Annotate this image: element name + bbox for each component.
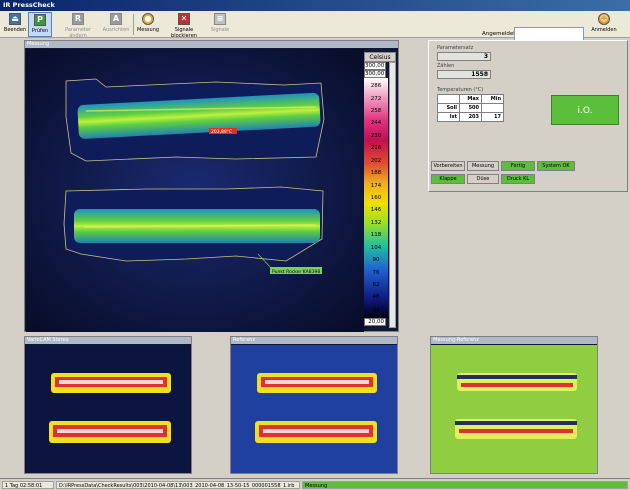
parametersatz-value: 3 bbox=[437, 52, 491, 61]
status-state: Messung bbox=[302, 481, 628, 489]
scale-tick: 48 bbox=[372, 294, 380, 301]
status-klappe: Klappe bbox=[431, 174, 465, 184]
scale-tick: 216 bbox=[370, 145, 382, 152]
r-icon: R bbox=[72, 13, 84, 25]
status-bar: 1 Tag 02:58:01 D:\IRPressData\CheckResul… bbox=[0, 478, 630, 490]
scale-tick: 90 bbox=[372, 257, 380, 264]
cell-min: 17 bbox=[481, 112, 504, 122]
list-icon: ≡ bbox=[214, 13, 226, 25]
status-vorbereiten: Vorbereiten bbox=[431, 161, 465, 171]
result-indicator: i.O. bbox=[551, 95, 619, 125]
status-duese: Düse bbox=[467, 174, 499, 184]
main-panel-title: Messung bbox=[25, 41, 398, 48]
cell-min bbox=[481, 103, 504, 113]
signale-label: Signale bbox=[210, 27, 230, 33]
temperature-table: Max Min Soll 500 Ist 203 17 bbox=[437, 94, 504, 122]
scale-tick: 188 bbox=[370, 170, 382, 177]
anmelden-label: Anmelden bbox=[591, 27, 617, 33]
thumbnail-variocam[interactable]: VarioCAM Stereo bbox=[24, 336, 192, 474]
scale-tick: 62 bbox=[372, 281, 380, 288]
cell-max: 203 bbox=[459, 112, 482, 122]
status-system-ok: System OK bbox=[537, 161, 575, 171]
signale-button[interactable]: ≡ Signale bbox=[208, 12, 232, 37]
scale-max-input[interactable]: 300,00 bbox=[364, 62, 386, 70]
scale-tick: 230 bbox=[370, 132, 382, 139]
scale-min-input[interactable]: 20,00 bbox=[364, 318, 386, 326]
table-row: Soll 500 bbox=[437, 103, 504, 113]
thumbnail-referenz[interactable]: Referenz bbox=[230, 336, 398, 474]
zaehlen-value: 1558 bbox=[437, 70, 491, 79]
scale-unit: Celsius bbox=[364, 52, 396, 62]
scale-tick: 76 bbox=[372, 269, 380, 276]
a-icon: A bbox=[110, 13, 122, 25]
exit-icon: ⏏ bbox=[9, 13, 21, 25]
window-title: IR PressCheck bbox=[0, 0, 630, 11]
ausrichten-button[interactable]: A Ausrichten bbox=[102, 12, 130, 37]
row-label: Soll bbox=[437, 103, 460, 113]
scale-tick: 34 bbox=[372, 306, 380, 313]
flag-icon: ✕ bbox=[178, 13, 190, 25]
scale-tick: 160 bbox=[370, 195, 382, 201]
scale-max-display: 300,00 bbox=[364, 70, 386, 78]
thumbnail-image bbox=[431, 345, 597, 473]
temperature-scale: Celsius 300,00 300,00 286 272 258 244 230 216… bbox=[364, 52, 396, 330]
parameter-aendern-button[interactable]: R Parameter ändern bbox=[56, 12, 100, 39]
hotspot-label: 203,89°C bbox=[211, 129, 232, 135]
status-path: D:\IRPressData\CheckResults\003\2010-04-… bbox=[56, 481, 300, 489]
cell-max: 500 bbox=[459, 103, 482, 113]
table-row: Ist 203 17 bbox=[437, 112, 504, 122]
table-header bbox=[437, 94, 460, 104]
table-header: Max bbox=[459, 94, 482, 104]
temperaturen-label: Temperaturen (°C) bbox=[437, 87, 484, 93]
p-icon: P bbox=[34, 14, 46, 26]
thumbnail-image bbox=[231, 345, 397, 473]
scale-tick: 132 bbox=[370, 219, 382, 226]
signale-blockieren-label: Signale blockieren bbox=[171, 27, 197, 39]
row-label: Ist bbox=[437, 112, 460, 122]
table-header: Min bbox=[481, 94, 504, 104]
thumbnail-image bbox=[25, 345, 191, 473]
scale-tick: 174 bbox=[370, 182, 382, 189]
scale-scrollbar[interactable] bbox=[389, 62, 396, 328]
angemeldet-field[interactable] bbox=[514, 27, 584, 41]
pruefen-label: Prüfen bbox=[31, 28, 49, 34]
main-thermal-panel: Messung 203,89°C Punkt Rocker KA8398 bbox=[24, 40, 399, 332]
beenden-label: Beenden bbox=[3, 27, 27, 33]
measure-icon: ● bbox=[142, 13, 154, 25]
scale-tick: 258 bbox=[370, 108, 382, 115]
thumbnail-messung-referenz[interactable]: Messung-Referenz bbox=[430, 336, 598, 474]
messung-button[interactable]: ● Messung bbox=[136, 12, 160, 37]
thumbnail-title: VarioCAM Stereo bbox=[25, 337, 191, 344]
thermal-image[interactable]: 203,89°C Punkt Rocker KA8398 bbox=[26, 49, 364, 332]
annotation-label: Punkt Rocker KA8398 bbox=[272, 269, 320, 275]
parameter-aendern-label: Parameter ändern bbox=[64, 27, 91, 39]
status-fertig: Fertig bbox=[501, 161, 535, 171]
thumbnail-title: Referenz bbox=[231, 337, 397, 344]
status-uptime: 1 Tag 02:58:01 bbox=[2, 481, 54, 489]
scale-tick: 286 bbox=[370, 83, 382, 90]
status-druck-kl: Druck KL bbox=[501, 174, 535, 184]
scale-tick: 146 bbox=[370, 207, 382, 214]
scale-tick: 272 bbox=[370, 95, 382, 102]
signale-blockieren-button[interactable]: ✕ Signale blockieren bbox=[162, 12, 206, 39]
anmelden-button[interactable]: ☺ Anmelden bbox=[588, 12, 620, 37]
parameter-panel: Parametersatz 3 Zählen 1558 Temperaturen… bbox=[428, 40, 628, 192]
scale-tick: 118 bbox=[370, 232, 382, 239]
thumbnail-title: Messung-Referenz bbox=[431, 337, 597, 344]
pruefen-button[interactable]: P Prüfen bbox=[28, 12, 52, 37]
zaehlen-label: Zählen bbox=[437, 63, 455, 69]
scale-tick: 104 bbox=[370, 244, 382, 251]
parametersatz-label: Parametersatz bbox=[437, 45, 474, 51]
beenden-button[interactable]: ⏏ Beenden bbox=[3, 12, 27, 37]
messung-label: Messung bbox=[136, 27, 160, 33]
status-messung: Messung bbox=[467, 161, 499, 171]
angemeldet-label: Angemeldet: bbox=[482, 31, 518, 37]
ausrichten-label: Ausrichten bbox=[102, 27, 130, 33]
toolbar: ⏏ Beenden P Prüfen R Parameter ändern A … bbox=[0, 11, 630, 41]
scale-tick: 244 bbox=[370, 120, 382, 127]
scale-tick: 202 bbox=[370, 157, 382, 164]
user-icon: ☺ bbox=[598, 13, 610, 25]
toolbar-separator bbox=[133, 14, 134, 35]
